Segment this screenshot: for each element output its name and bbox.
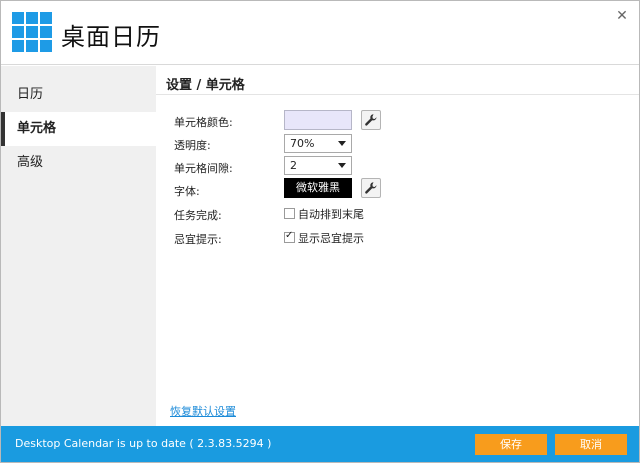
cell-spacing-label: 单元格间隙:	[174, 162, 233, 175]
chevron-down-icon	[338, 141, 346, 146]
taboo-tip-label: 忌宜提示:	[174, 233, 222, 246]
sidebar-item-cell[interactable]: 单元格	[1, 112, 156, 146]
show-taboo-tip-checkbox[interactable]	[284, 230, 295, 243]
auto-sort-checkbox[interactable]	[284, 208, 295, 219]
reset-defaults-link[interactable]: 恢复默认设置	[170, 403, 236, 419]
opacity-label: 透明度:	[174, 139, 211, 152]
save-button[interactable]: 保存	[475, 434, 547, 455]
app-title: 桌面日历	[61, 23, 161, 51]
title-bar: 桌面日历 ✕	[1, 1, 639, 65]
sidebar-item-label: 单元格	[17, 121, 57, 136]
sidebar-item-calendar[interactable]: 日历	[1, 78, 156, 112]
cell-spacing-value: 2	[290, 159, 297, 172]
app-window: 桌面日历 ✕ 日历 单元格 高级 设置 / 单元格 单元格颜色: 透明度: 70…	[0, 0, 640, 463]
chevron-down-icon	[338, 163, 346, 168]
cell-color-picker-button[interactable]	[361, 110, 381, 130]
footer-bar: Desktop Calendar is up to date ( 2.3.83.…	[1, 426, 639, 462]
wrench-icon	[365, 114, 377, 126]
font-label: 字体:	[174, 185, 200, 198]
breadcrumb: 设置 / 单元格	[166, 78, 245, 93]
opacity-value: 70%	[290, 137, 315, 150]
sidebar: 日历 单元格 高级	[1, 66, 156, 426]
show-taboo-tip-label[interactable]: 显示忌宜提示	[298, 230, 364, 246]
update-status: Desktop Calendar is up to date ( 2.3.83.…	[15, 437, 272, 450]
cell-color-label: 单元格颜色:	[174, 116, 233, 129]
font-picker-button[interactable]	[361, 178, 381, 198]
cell-spacing-select[interactable]: 2	[284, 156, 352, 175]
cell-color-swatch[interactable]	[284, 110, 352, 130]
sidebar-item-label: 高级	[17, 155, 44, 170]
font-preview[interactable]: 微软雅黑	[284, 178, 352, 198]
app-logo-icon	[12, 12, 52, 52]
task-done-label: 任务完成:	[174, 209, 222, 222]
opacity-select[interactable]: 70%	[284, 134, 352, 153]
cancel-button[interactable]: 取消	[555, 434, 627, 455]
sidebar-item-advanced[interactable]: 高级	[1, 146, 156, 180]
auto-sort-label[interactable]: 自动排到末尾	[298, 206, 364, 222]
sidebar-item-label: 日历	[17, 87, 44, 102]
wrench-icon	[365, 182, 377, 194]
divider	[156, 94, 639, 95]
close-icon[interactable]: ✕	[613, 7, 631, 25]
settings-panel: 设置 / 单元格 单元格颜色: 透明度: 70% 单元格间隙: 2 字体: 微软…	[156, 66, 639, 426]
